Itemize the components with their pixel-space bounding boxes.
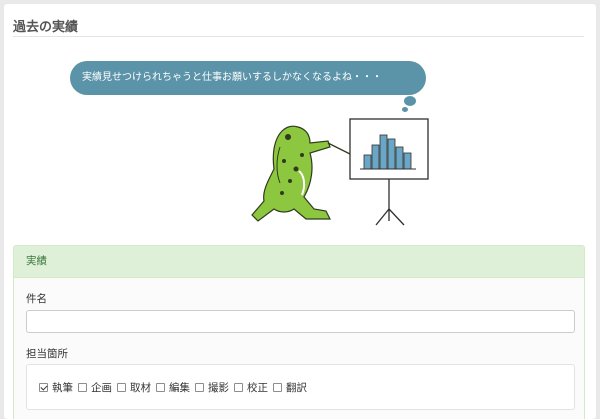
role-label-editing: 編集 — [169, 381, 190, 394]
role-option-planning[interactable]: 企画 — [78, 380, 112, 395]
title-divider — [13, 36, 584, 37]
name-input[interactable] — [26, 310, 575, 333]
checkbox-translation[interactable] — [273, 382, 282, 392]
role-option-editing[interactable]: 編集 — [156, 380, 190, 395]
achievements-panel: 実績 件名 担当箇所 執筆 企画 取材 編集 撮影 校正 翻訳 — [13, 245, 585, 419]
name-label: 件名 — [26, 293, 47, 305]
roles-checkbox-group: 執筆 企画 取材 編集 撮影 校正 翻訳 — [26, 364, 575, 410]
checkbox-editing[interactable] — [156, 382, 165, 392]
checkbox-proofreading[interactable] — [234, 382, 243, 392]
role-label-planning: 企画 — [91, 381, 112, 394]
checkbox-writing[interactable] — [39, 382, 48, 392]
role-label-translation: 翻訳 — [286, 381, 307, 394]
frog-presenter-illustration — [251, 118, 429, 226]
role-label-interview: 取材 — [130, 381, 151, 394]
checkbox-photography[interactable] — [195, 382, 204, 392]
panel-heading: 実績 — [14, 246, 584, 278]
main-card: 過去の実績 実績見せつけられちゃうと仕事お願いするしかなくなるよね・・・ 実績 … — [4, 4, 596, 419]
roles-label: 担当箇所 — [26, 348, 68, 360]
role-label-proofreading: 校正 — [247, 381, 268, 394]
checkbox-planning[interactable] — [78, 382, 87, 392]
frog-icon — [251, 125, 353, 222]
speech-bubble: 実績見せつけられちゃうと仕事お願いするしかなくなるよね・・・ — [70, 61, 426, 95]
role-option-writing[interactable]: 執筆 — [39, 380, 73, 395]
speech-bubble-dot-large — [404, 96, 416, 106]
role-label-writing: 執筆 — [52, 381, 73, 394]
role-option-translation[interactable]: 翻訳 — [273, 380, 307, 395]
role-option-proofreading[interactable]: 校正 — [234, 380, 268, 395]
page-title: 過去の実績 — [13, 20, 79, 35]
role-option-photography[interactable]: 撮影 — [195, 380, 229, 395]
presentation-board-icon — [349, 118, 429, 226]
checkbox-interview[interactable] — [117, 382, 126, 392]
role-option-interview[interactable]: 取材 — [117, 380, 151, 395]
role-label-photography: 撮影 — [208, 381, 229, 394]
